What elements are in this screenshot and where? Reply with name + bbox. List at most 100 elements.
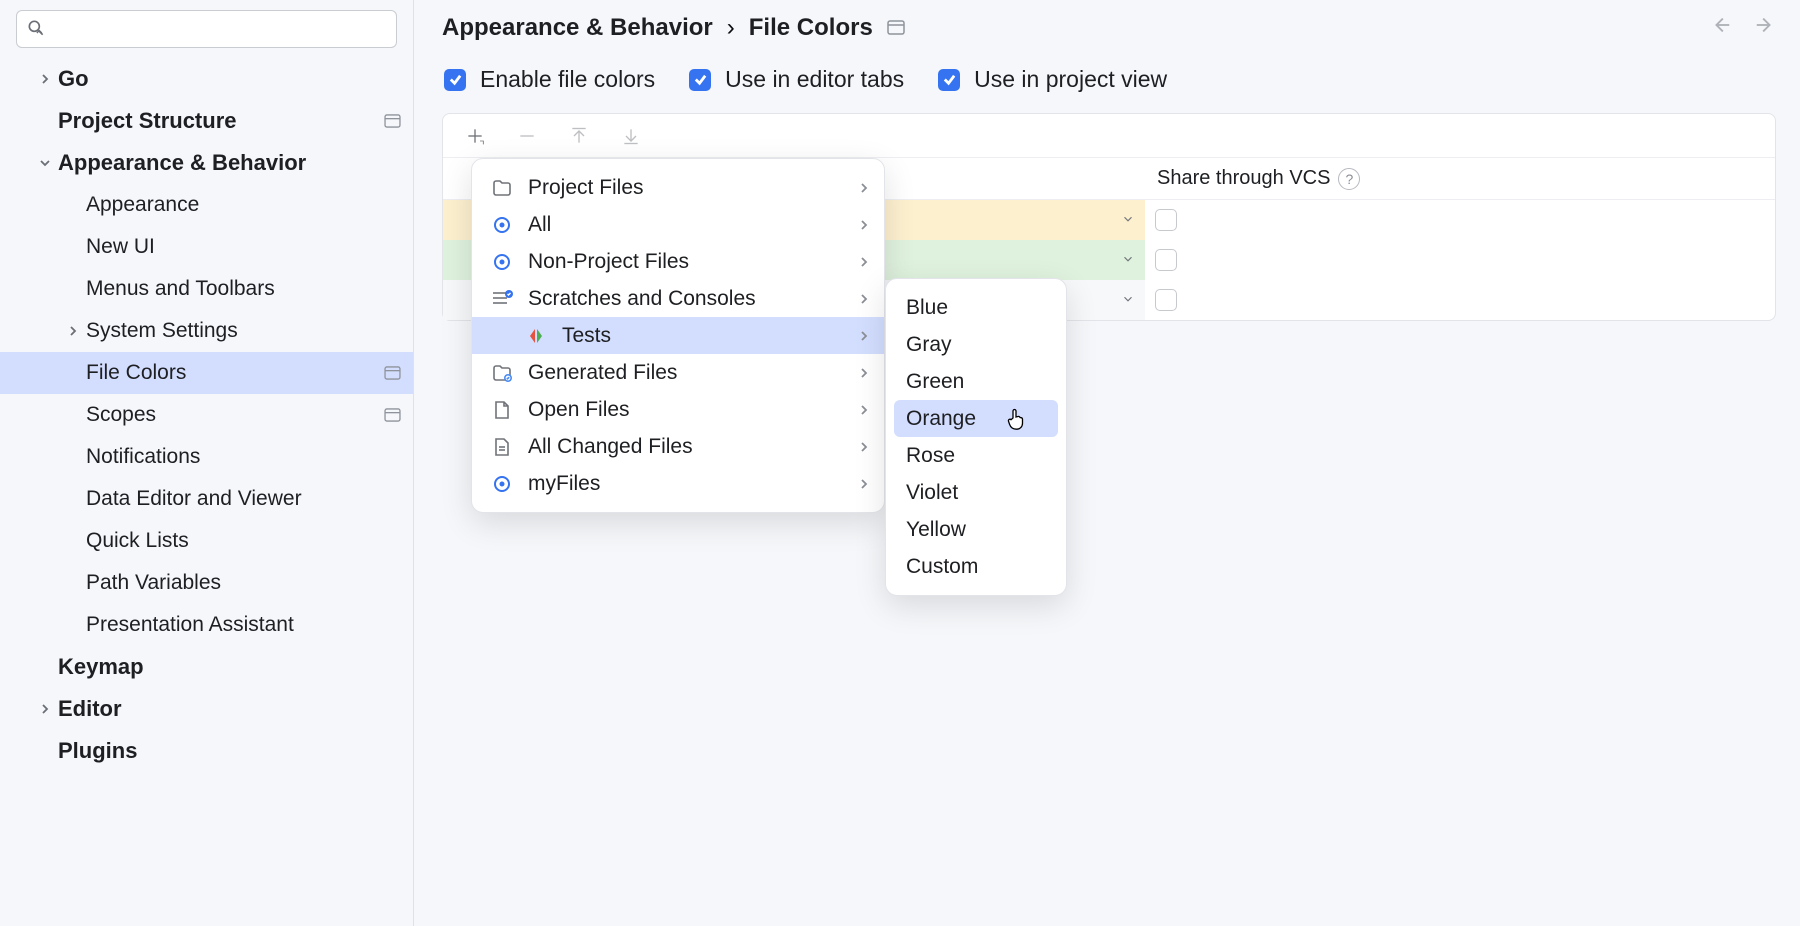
sidebar-item-label: Menus and Toolbars (86, 277, 381, 301)
chevron-down-icon[interactable] (1121, 289, 1135, 312)
breadcrumb-page: File Colors (749, 14, 873, 42)
table-toolbar (443, 114, 1775, 158)
sidebar-item[interactable]: Appearance & Behavior (0, 142, 413, 184)
breadcrumb-separator-icon: › (727, 14, 735, 42)
scope-menu-item[interactable]: Open Files (472, 391, 884, 428)
menu-item-label: All Changed Files (528, 435, 844, 459)
use-in-project-view-checkbox[interactable]: Use in project view (938, 66, 1167, 93)
scratches-icon (490, 288, 514, 310)
use-in-editor-tabs-checkbox[interactable]: Use in editor tabs (689, 66, 904, 93)
chevron-right-icon (858, 213, 870, 237)
sidebar-item[interactable]: Appearance (0, 184, 413, 226)
share-checkbox[interactable] (1155, 249, 1177, 271)
settings-tree: Go Project Structure Appearance & Behavior… (0, 58, 413, 926)
scope-menu-item[interactable]: Project Files (472, 169, 884, 206)
color-menu-item[interactable]: Yellow (886, 511, 1066, 548)
sidebar-item[interactable]: System Settings (0, 310, 413, 352)
color-menu-item[interactable]: Rose (886, 437, 1066, 474)
sidebar-item[interactable]: File Colors (0, 352, 413, 394)
scope-menu-item[interactable]: Non-Project Files (472, 243, 884, 280)
color-menu-item[interactable]: Custom (886, 548, 1066, 585)
checkbox-row: Enable file colors Use in editor tabs Us… (414, 50, 1800, 113)
sidebar-item[interactable]: Notifications (0, 436, 413, 478)
enable-file-colors-checkbox[interactable]: Enable file colors (444, 66, 655, 93)
help-icon[interactable]: ? (1338, 168, 1360, 190)
sidebar-item-label: Editor (58, 696, 381, 722)
sidebar-item-label: File Colors (86, 361, 381, 385)
color-menu-item[interactable]: Violet (886, 474, 1066, 511)
chevron-down-icon[interactable] (1121, 209, 1135, 232)
sidebar-item-label: Go (58, 66, 381, 92)
sidebar-item-label: Keymap (58, 654, 381, 680)
menu-item-label: All (528, 213, 844, 237)
sidebar-item-label: New UI (86, 235, 381, 259)
move-down-button[interactable] (617, 122, 645, 150)
breadcrumb-group: Appearance & Behavior (442, 14, 713, 42)
sidebar-item-label: System Settings (86, 319, 381, 343)
scope-menu-item[interactable]: myFiles (472, 465, 884, 502)
menu-item-label: myFiles (528, 472, 844, 496)
settings-search (16, 10, 397, 48)
add-button[interactable] (461, 122, 489, 150)
sidebar-item[interactable]: Path Variables (0, 562, 413, 604)
sidebar-item-label: Presentation Assistant (86, 613, 381, 637)
project-settings-icon (381, 366, 401, 380)
scope-menu-item[interactable]: Scratches and Consoles (472, 280, 884, 317)
move-up-button[interactable] (565, 122, 593, 150)
remove-button[interactable] (513, 122, 541, 150)
sidebar-item[interactable]: Plugins (0, 730, 413, 772)
sidebar-item-label: Appearance & Behavior (58, 150, 381, 176)
chevron-down-icon[interactable] (32, 157, 58, 169)
scope-menu-item[interactable]: Tests (472, 317, 884, 354)
sidebar-item-label: Scopes (86, 403, 381, 427)
share-checkbox[interactable] (1155, 289, 1177, 311)
sidebar-item-label: Quick Lists (86, 529, 381, 553)
gen-icon (490, 362, 514, 384)
sidebar-item[interactable]: Keymap (0, 646, 413, 688)
checkbox-label: Use in editor tabs (725, 66, 904, 93)
back-button[interactable] (1710, 14, 1732, 42)
share-column-header: Share through VCS (1157, 167, 1330, 190)
scope-menu-item[interactable]: Generated Files (472, 354, 884, 391)
share-checkbox[interactable] (1155, 209, 1177, 231)
project-settings-icon (381, 114, 401, 128)
chevron-down-icon[interactable] (1121, 249, 1135, 272)
folder-icon (490, 177, 514, 199)
search-input[interactable] (16, 10, 397, 48)
color-menu-item[interactable]: Green (886, 363, 1066, 400)
chevron-right-icon[interactable] (32, 73, 58, 85)
menu-item-label: Project Files (528, 176, 844, 200)
scope-menu-item[interactable]: All Changed Files (472, 428, 884, 465)
project-settings-icon (381, 408, 401, 422)
sidebar-item[interactable]: New UI (0, 226, 413, 268)
color-popup: BlueGrayGreenOrangeRoseVioletYellowCusto… (885, 278, 1067, 596)
sidebar-item-label: Plugins (58, 738, 381, 764)
sidebar-item[interactable]: Editor (0, 688, 413, 730)
sidebar-item[interactable]: Menus and Toolbars (0, 268, 413, 310)
sidebar-item[interactable]: Scopes (0, 394, 413, 436)
chevron-right-icon[interactable] (60, 325, 86, 337)
project-settings-icon (887, 14, 905, 42)
sidebar-item[interactable]: Presentation Assistant (0, 604, 413, 646)
sidebar-item[interactable]: Quick Lists (0, 520, 413, 562)
sidebar-item-label: Path Variables (86, 571, 381, 595)
sidebar-item[interactable]: Project Structure (0, 100, 413, 142)
checkbox-label: Use in project view (974, 66, 1167, 93)
scope-icon (490, 473, 514, 495)
sidebar-item[interactable]: Go (0, 58, 413, 100)
sidebar-item-label: Data Editor and Viewer (86, 487, 381, 511)
chevron-right-icon[interactable] (32, 703, 58, 715)
menu-item-label: Non-Project Files (528, 250, 844, 274)
scope-menu-item[interactable]: All (472, 206, 884, 243)
chevron-right-icon (858, 250, 870, 274)
color-menu-item[interactable]: Gray (886, 326, 1066, 363)
sidebar-item[interactable]: Data Editor and Viewer (0, 478, 413, 520)
search-icon (26, 18, 46, 44)
sidebar-item-label: Project Structure (58, 108, 381, 134)
chevron-right-icon (858, 176, 870, 200)
color-menu-item[interactable]: Orange (894, 400, 1058, 437)
forward-button[interactable] (1754, 14, 1776, 42)
menu-item-label: Open Files (528, 398, 844, 422)
scope-icon (490, 214, 514, 236)
color-menu-item[interactable]: Blue (886, 289, 1066, 326)
